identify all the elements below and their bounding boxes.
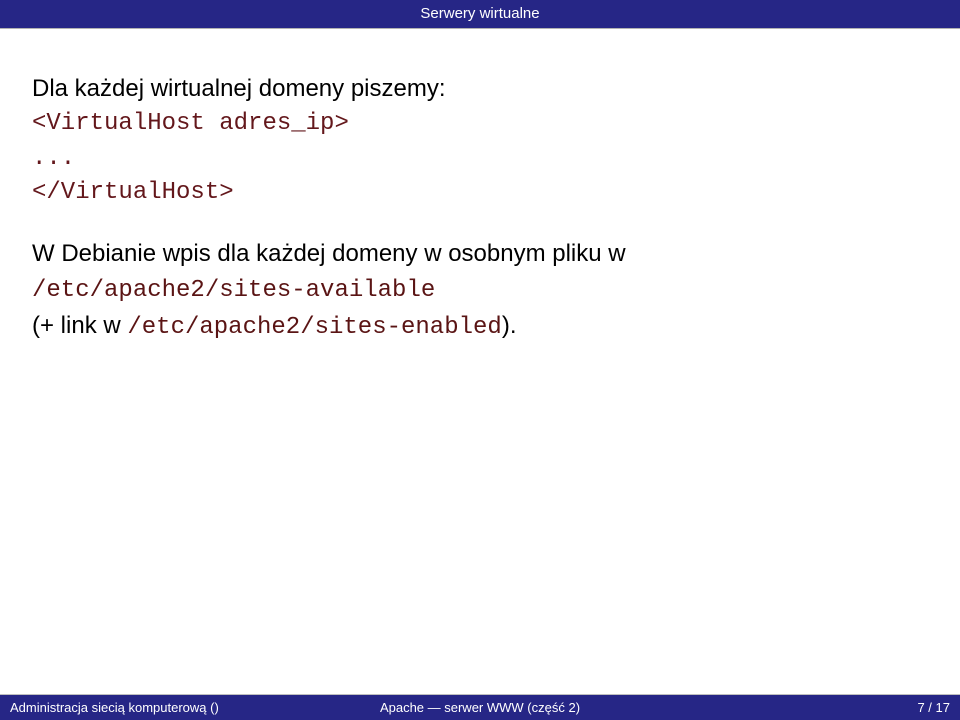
- header-title: Serwery wirtualne: [420, 5, 539, 22]
- link-suffix: ).: [502, 312, 517, 339]
- intro-line: Dla każdej wirtualnej domeny piszemy:: [32, 72, 928, 107]
- slide-footer: Administracja siecią komputerową () Apac…: [0, 695, 960, 720]
- footer-center: Apache — serwer WWW (część 2): [323, 700, 636, 715]
- link-prefix: (+ link w: [32, 312, 127, 339]
- debian-line: W Debianie wpis dla każdej domeny w osob…: [32, 237, 928, 272]
- path-line-1: /etc/apache2/sites-available: [32, 272, 928, 309]
- footer-right: 7 / 17: [637, 700, 960, 715]
- footer-left: Administracja siecią komputerową (): [0, 700, 323, 715]
- code-close-tag: </VirtualHost>: [32, 176, 928, 211]
- code-open-tag: <VirtualHost adres_ip>: [32, 107, 928, 142]
- link-line: (+ link w /etc/apache2/sites-enabled).: [32, 309, 928, 346]
- path-available: /etc/apache2/sites-available: [32, 277, 435, 304]
- code-ellipsis: ...: [32, 142, 928, 177]
- slide-body: Dla każdej wirtualnej domeny piszemy: <V…: [0, 28, 960, 720]
- slide-header: Serwery wirtualne: [0, 0, 960, 28]
- path-enabled: /etc/apache2/sites-enabled: [127, 314, 501, 341]
- debian-text-1: W Debianie wpis dla każdej domeny w osob…: [32, 240, 626, 267]
